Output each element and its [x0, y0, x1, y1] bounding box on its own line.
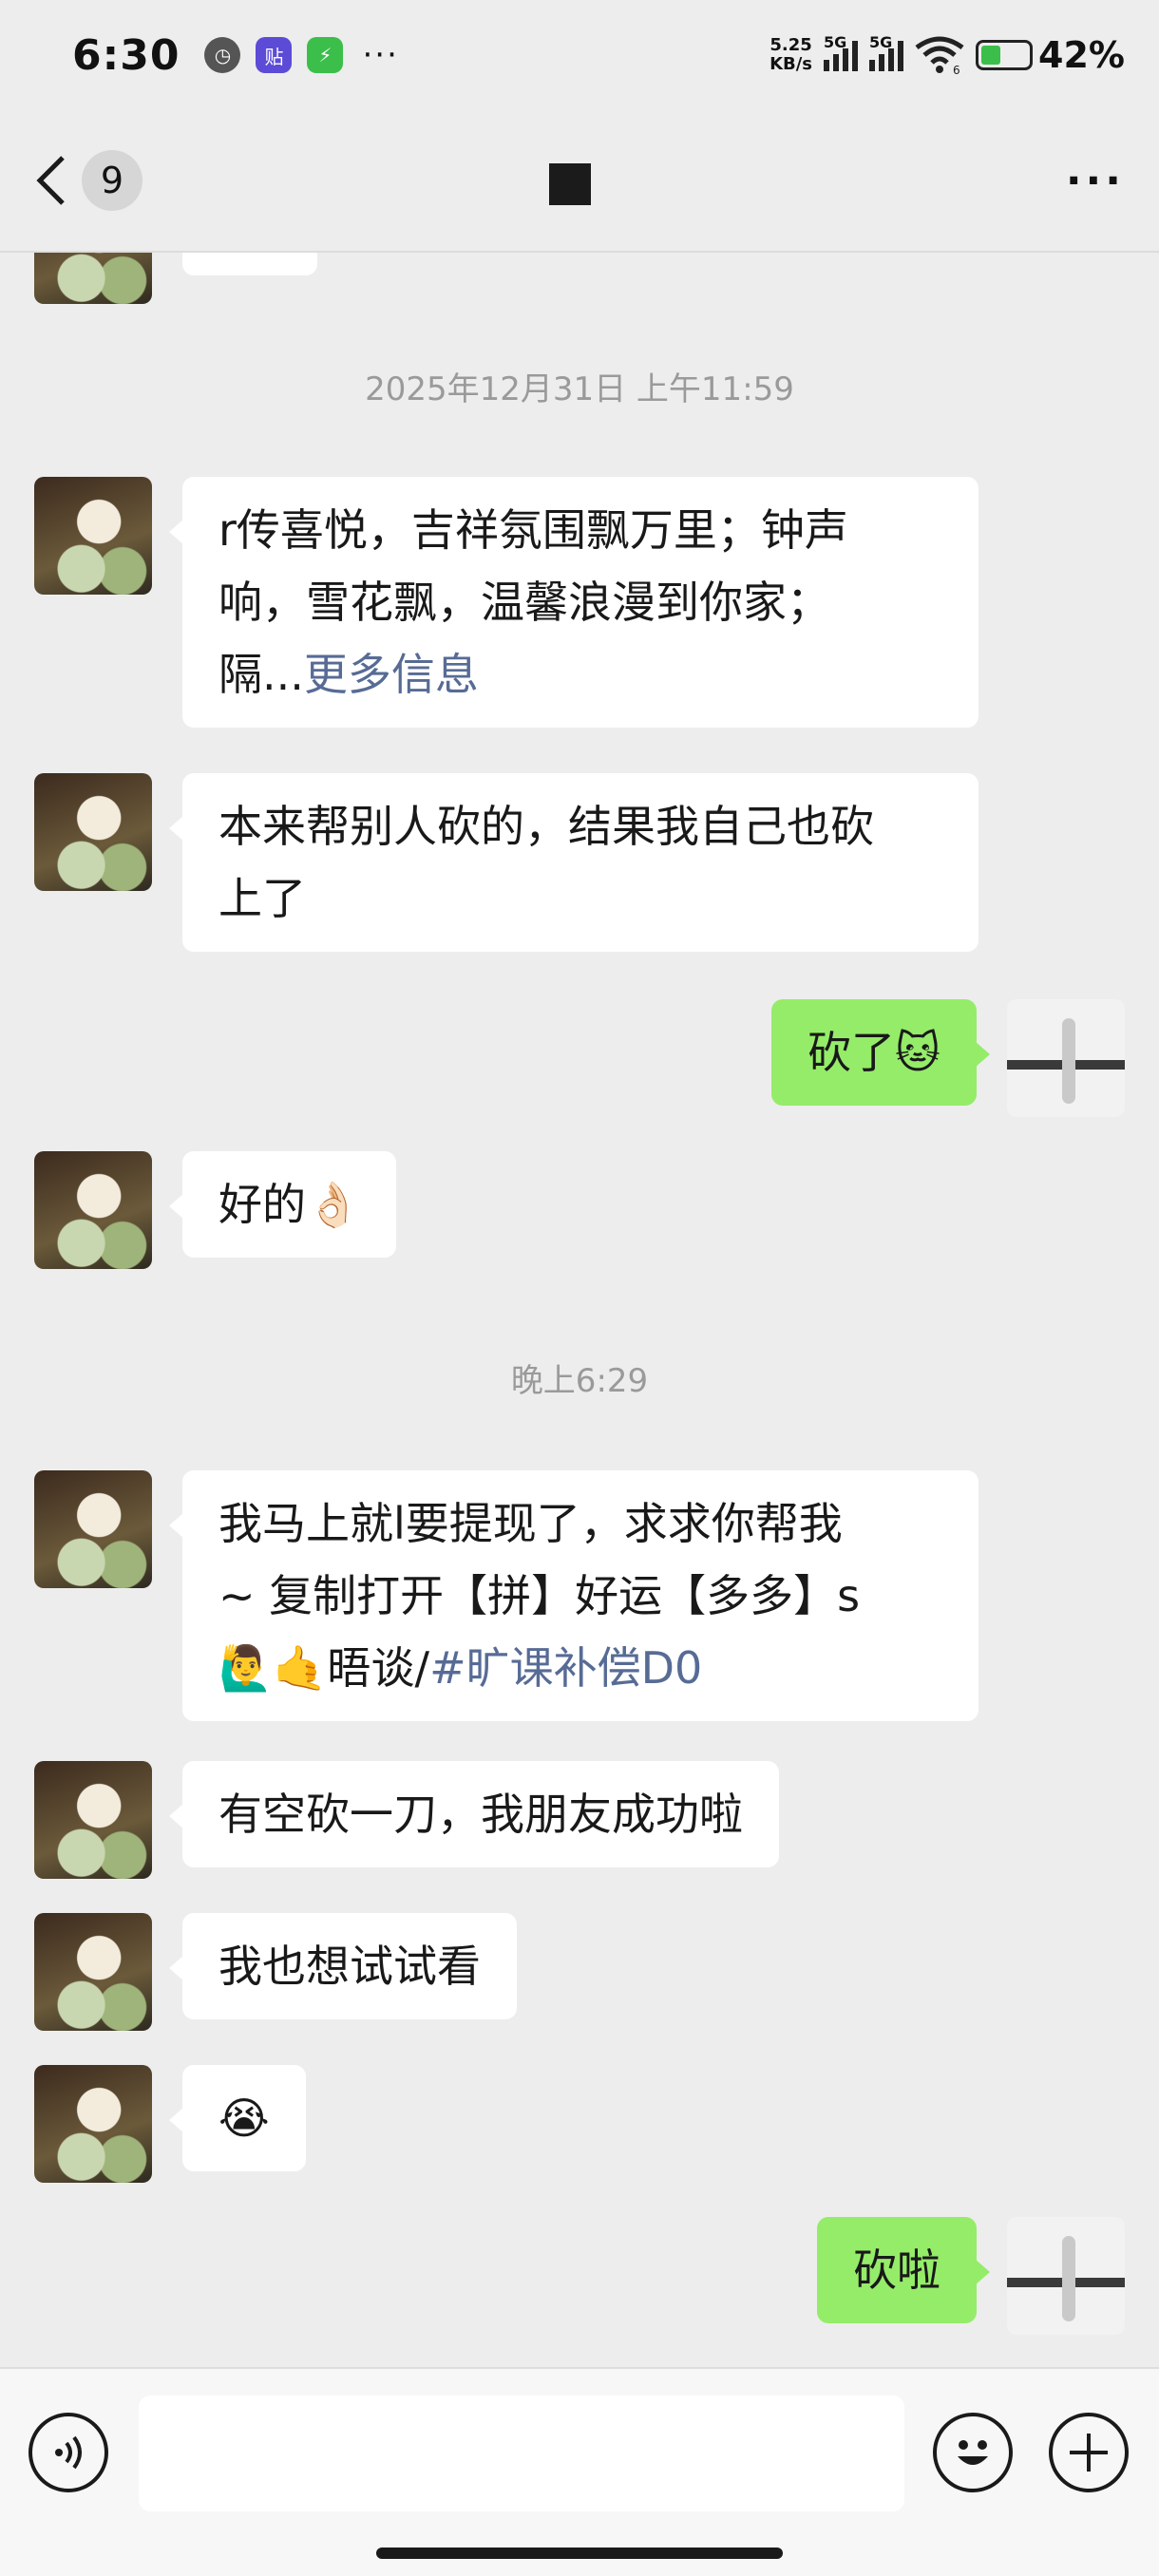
clock-app-icon: ◷ — [204, 37, 241, 73]
message-bubble[interactable]: r传喜悦，吉祥氛围飘万里；钟声 响，雪花飘，温馨浪漫到你家； 隔...更多信息 — [169, 477, 978, 728]
input-bar — [0, 2367, 1159, 2576]
my-avatar[interactable] — [1007, 999, 1125, 1117]
battery-percent: 42% — [1038, 34, 1125, 76]
network-speed: 5.25 KB/s — [770, 35, 813, 74]
ok-hand-emoji: 👌🏻 — [306, 1179, 361, 1230]
voice-icon[interactable] — [28, 2413, 108, 2492]
status-time: 6:30 — [72, 30, 180, 80]
contact-avatar[interactable] — [34, 1470, 152, 1588]
contact-avatar[interactable] — [34, 1151, 152, 1269]
home-indicator[interactable] — [376, 2548, 783, 2559]
cell-signal-2-icon: 5G — [869, 33, 904, 71]
more-options-icon[interactable]: ··· — [1066, 157, 1125, 205]
svg-text:6: 6 — [953, 64, 960, 74]
message-bubble[interactable]: 本来帮别人砍的，结果我自己也砍 上了 — [169, 773, 978, 952]
cell-signal-icon: 5G — [824, 33, 859, 71]
battery-fill — [981, 46, 1001, 65]
bolt-app-icon: ⚡ — [307, 37, 344, 73]
emoji-icon[interactable] — [933, 2413, 1013, 2492]
contact-avatar[interactable] — [34, 773, 152, 891]
timestamp: 2025年12月31日 上午11:59 — [365, 370, 794, 408]
tieba-app-icon: 贴 — [256, 37, 293, 73]
chat-header: 9 ··· — [0, 110, 1159, 253]
crying-emoji: 😭 — [218, 2093, 270, 2144]
my-message-bubble[interactable]: 砍啦 — [817, 2217, 990, 2323]
contact-avatar[interactable] — [34, 1761, 152, 1879]
message-bubble[interactable]: 我也想试试看 — [169, 1913, 517, 2019]
contact-avatar[interactable] — [34, 1913, 152, 2031]
message-bubble[interactable]: 😭 — [169, 2065, 306, 2171]
back-icon[interactable] — [34, 152, 72, 209]
hashtag-link[interactable]: #旷课补偿D0 — [429, 1642, 702, 1694]
message-bubble[interactable]: 我马上就l要提现了，求求你帮我 ~ 复制打开【拼】好运【多多】s 🙋‍♂️🤙晤谈… — [169, 1470, 978, 1721]
timestamp: 晚上6:29 — [510, 1362, 649, 1400]
message-bubble[interactable]: 好的👌🏻 — [168, 1151, 397, 1258]
contact-avatar[interactable] — [34, 2065, 152, 2183]
status-more-icon: ··· — [362, 36, 399, 74]
message-bubble-partial[interactable] — [169, 253, 317, 275]
my-message-bubble[interactable]: 砍了🐱 — [771, 999, 990, 1106]
chat-title-redacted — [549, 163, 591, 205]
message-bubble[interactable]: 有空砍一刀，我朋友成功啦 — [169, 1761, 779, 1867]
my-avatar[interactable] — [1007, 2217, 1125, 2335]
unread-count-badge[interactable]: 9 — [82, 150, 142, 211]
more-info-link[interactable]: 更多信息 — [304, 649, 479, 700]
status-bar: 6:30 ◷ 贴 ⚡ ··· 5.25 KB/s 5G 5G 6 42% — [0, 0, 1159, 110]
message-list[interactable]: 2025年12月31日 上午11:59 r传喜悦，吉祥氛围飘万里；钟声 响，雪花… — [0, 253, 1159, 2367]
contact-avatar[interactable] — [34, 253, 152, 304]
wifi-icon: 6 — [915, 36, 964, 74]
message-input[interactable] — [139, 2396, 904, 2511]
plus-icon[interactable] — [1049, 2413, 1129, 2492]
battery-icon — [976, 40, 1034, 70]
cat-emoji: 🐱 — [895, 1027, 940, 1078]
battery-indicator: 42% — [976, 34, 1125, 76]
contact-avatar[interactable] — [34, 477, 152, 595]
